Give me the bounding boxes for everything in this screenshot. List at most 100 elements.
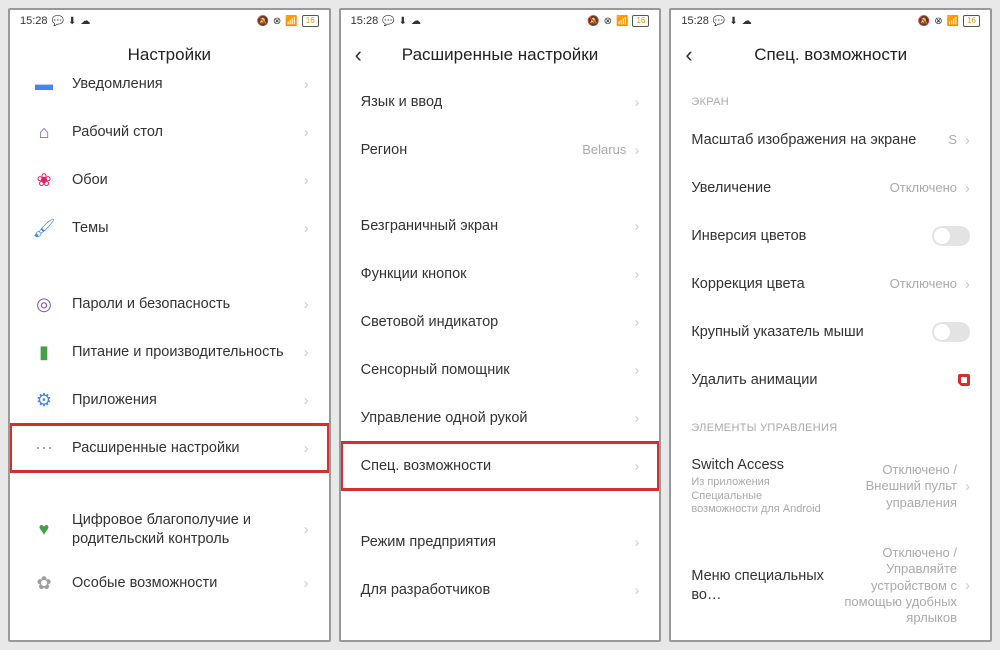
row-label: Обои (72, 171, 304, 190)
settings-list[interactable]: ▬ Уведомления › ⌂ Рабочий стол › ❀ Обои … (10, 78, 329, 640)
section-controls: ЭЛЕМЕНТЫ УПРАВЛЕНИЯ (671, 404, 990, 442)
row-display-size[interactable]: Масштаб изображения на экране S › (671, 116, 990, 164)
row-a11y-menu[interactable]: Меню специальных во… Отключено / Управля… (671, 531, 990, 640)
row-quick-ball[interactable]: Сенсорный помощник › (341, 346, 660, 394)
row-switch-access[interactable]: Switch Access Из приложения Специальные … (671, 442, 990, 531)
row-label: Увеличение (691, 179, 889, 198)
row-color-correction[interactable]: Коррекция цвета Отключено › (671, 260, 990, 308)
header: ‹ Расширенные настройки (341, 32, 660, 78)
row-remove-animations[interactable]: Удалить анимации (671, 356, 990, 404)
row-sub: Из приложения Специальные возможности дл… (691, 476, 827, 517)
chevron-right-icon: › (634, 534, 639, 551)
phone-screen-3: 15:28💬⬇☁ 🔕⊗📶16 ‹ Спец. возможности ЭКРАН… (669, 8, 992, 642)
alarm-icon: ⊗ (273, 16, 281, 27)
battery-icon: 16 (632, 15, 649, 27)
row-enterprise[interactable]: Режим предприятия › (341, 518, 660, 566)
row-notifications[interactable]: ▬ Уведомления › (10, 78, 329, 108)
chevron-right-icon: › (634, 94, 639, 111)
row-label: Меню специальных во… (691, 567, 827, 605)
chevron-right-icon: › (965, 478, 970, 495)
row-label: Режим предприятия (361, 533, 635, 552)
back-button[interactable]: ‹ (685, 42, 692, 68)
row-themes[interactable]: 🖌 Темы › (10, 204, 329, 252)
a11y-list[interactable]: ЭКРАН Масштаб изображения на экране S › … (671, 78, 990, 640)
chat-icon: 💬 (713, 16, 725, 27)
alarm-icon: ⊗ (934, 16, 942, 27)
row-label: Пароли и безопасность (72, 295, 304, 314)
back-button[interactable]: ‹ (355, 42, 362, 68)
download-icon: ⬇ (399, 16, 407, 27)
row-label: Световой индикатор (361, 313, 635, 332)
row-value: Отключено (890, 180, 957, 196)
row-label: Особые возможности (72, 574, 304, 593)
chevron-right-icon: › (965, 132, 970, 149)
chevron-right-icon: › (634, 142, 639, 159)
row-led[interactable]: Световой индикатор › (341, 298, 660, 346)
row-special-abilities[interactable]: ✿ Особые возможности › (10, 560, 329, 608)
chevron-right-icon: › (634, 410, 639, 427)
row-label: Коррекция цвета (691, 275, 889, 294)
fingerprint-icon: ◎ (30, 294, 58, 315)
row-fullscreen[interactable]: Безграничный экран › (341, 202, 660, 250)
weather-icon: ☁ (742, 16, 752, 27)
weather-icon: ☁ (411, 16, 421, 27)
chevron-right-icon: › (304, 440, 309, 457)
download-icon: ⬇ (729, 16, 737, 27)
chevron-right-icon: › (634, 582, 639, 599)
row-magnification[interactable]: Увеличение Отключено › (671, 164, 990, 212)
brush-icon: 🖌 (30, 218, 58, 239)
row-desktop[interactable]: ⌂ Рабочий стол › (10, 108, 329, 156)
flower-icon: ❀ (30, 170, 58, 191)
alarm-icon: ⊗ (604, 16, 612, 27)
chevron-right-icon: › (304, 124, 309, 141)
row-security[interactable]: ◎ Пароли и безопасность › (10, 280, 329, 328)
time: 15:28 (681, 15, 709, 27)
row-advanced-settings[interactable]: ⋯ Расширенные настройки › (10, 424, 329, 472)
chevron-right-icon: › (304, 172, 309, 189)
header: ‹ Спец. возможности (671, 32, 990, 78)
row-one-hand[interactable]: Управление одной рукой › (341, 394, 660, 442)
row-large-pointer[interactable]: Крупный указатель мыши (671, 308, 990, 356)
row-label: Цифровое благополучие и родительский кон… (72, 511, 304, 549)
row-label: Рабочий стол (72, 123, 304, 142)
row-color-inversion[interactable]: Инверсия цветов (671, 212, 990, 260)
toggle-color-inversion[interactable] (932, 226, 970, 246)
more-icon: ⋯ (30, 438, 58, 459)
wifi-icon: 📶 (616, 16, 628, 27)
row-value: Belarus (582, 142, 626, 158)
status-bar: 15:28💬⬇☁ 🔕⊗📶16 (10, 10, 329, 32)
page-title: Расширенные настройки (402, 45, 598, 65)
row-accessibility[interactable]: Спец. возможности › (341, 442, 660, 490)
chevron-right-icon: › (304, 392, 309, 409)
row-apps[interactable]: ⚙ Приложения › (10, 376, 329, 424)
status-bar: 15:28💬⬇☁ 🔕⊗📶16 (341, 10, 660, 32)
row-button-functions[interactable]: Функции кнопок › (341, 250, 660, 298)
row-label: Темы (72, 219, 304, 238)
row-label: Уведомления (72, 78, 304, 93)
download-icon: ⬇ (68, 16, 76, 27)
battery-icon: ▮ (30, 342, 58, 363)
row-label: Регион (361, 141, 583, 160)
chat-icon: 💬 (382, 16, 394, 27)
chevron-right-icon: › (634, 314, 639, 331)
row-digital-wellbeing[interactable]: ♥ Цифровое благополучие и родительский к… (10, 500, 329, 560)
row-label: Функции кнопок (361, 265, 635, 284)
battery-icon: 16 (302, 15, 319, 27)
wifi-icon: 📶 (285, 16, 297, 27)
row-wallpaper[interactable]: ❀ Обои › (10, 156, 329, 204)
row-developers[interactable]: Для разработчиков › (341, 566, 660, 614)
mute-icon: 🔕 (918, 16, 930, 27)
row-battery[interactable]: ▮ Питание и производительность › (10, 328, 329, 376)
chevron-right-icon: › (304, 220, 309, 237)
wifi-icon: 📶 (947, 16, 959, 27)
heart-icon: ♥ (30, 519, 58, 540)
row-label: Switch Access Из приложения Специальные … (691, 456, 827, 517)
row-label: Для разработчиков (361, 581, 635, 600)
advanced-list[interactable]: Язык и ввод › Регион Belarus › Безгранич… (341, 78, 660, 640)
toggle-large-pointer[interactable] (932, 322, 970, 342)
row-region[interactable]: Регион Belarus › (341, 126, 660, 174)
page-title: Спец. возможности (754, 45, 907, 65)
row-label: Сенсорный помощник (361, 361, 635, 380)
chevron-right-icon: › (965, 577, 970, 594)
row-language[interactable]: Язык и ввод › (341, 78, 660, 126)
